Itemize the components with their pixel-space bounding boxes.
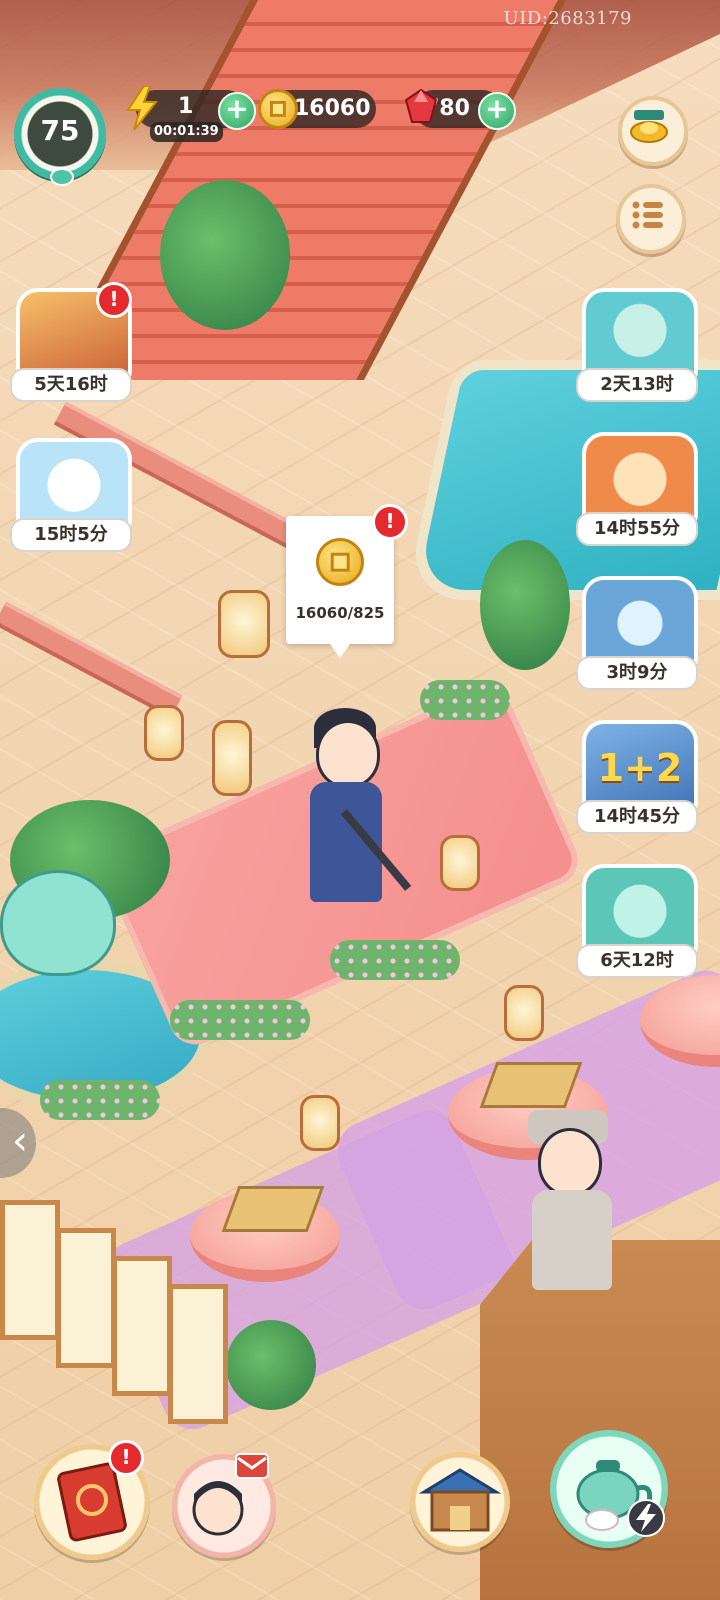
swordsman-character[interactable]	[292, 700, 412, 930]
lightning-badge-icon	[627, 1499, 665, 1537]
leaf-icon	[50, 168, 74, 186]
event-timer: 3时9分	[576, 656, 698, 690]
merge-badge-text: 1+2	[597, 746, 683, 790]
customer-robe	[532, 1190, 612, 1290]
alert-badge: !	[372, 504, 408, 540]
character-head	[316, 720, 380, 788]
alert-badge: !	[96, 282, 132, 318]
folding-screen	[112, 1256, 172, 1396]
recipe-book-button[interactable]: !	[34, 1440, 150, 1560]
player-level: 75	[40, 114, 80, 147]
alert-badge: !	[108, 1440, 144, 1476]
event-timer: 14时45分	[576, 800, 698, 834]
paper-lantern	[212, 720, 252, 796]
list-menu-icon	[632, 201, 663, 229]
menu-button[interactable]	[616, 184, 686, 254]
shop-building-icon	[418, 1468, 502, 1532]
red-gem-icon	[404, 88, 438, 123]
add-energy-button[interactable]: +	[218, 92, 256, 130]
coin-value: 16060	[294, 96, 371, 121]
paper-lantern	[218, 590, 270, 658]
treasure-shop-button[interactable]	[618, 96, 688, 166]
customer-head	[538, 1128, 602, 1196]
tea-kettle-button[interactable]	[550, 1430, 668, 1548]
event-timer: 14时55分	[576, 512, 698, 546]
flower-bed	[420, 680, 510, 720]
flower-bed	[330, 940, 460, 980]
flower-bed	[40, 1080, 160, 1120]
flower-bed	[170, 1000, 310, 1040]
envelope-icon	[235, 1453, 269, 1479]
energy-refill-timer: 00:01:39	[150, 122, 223, 142]
folding-screen	[56, 1228, 116, 1368]
coin-icon	[316, 538, 364, 586]
cat-statue-head	[0, 870, 116, 976]
coin-bubble-text: 16060/825	[295, 604, 385, 622]
paper-lantern	[144, 705, 184, 761]
go-board	[479, 1062, 583, 1108]
folding-screen	[168, 1284, 228, 1424]
add-gems-button[interactable]: +	[478, 92, 516, 130]
event-timer: 6天12时	[576, 944, 698, 978]
event-timer: 5天16时	[10, 368, 132, 402]
shop-building-button[interactable]	[410, 1452, 510, 1552]
paper-lantern	[300, 1095, 340, 1151]
gold-ingot-icon	[630, 110, 668, 143]
character-mail-button[interactable]	[172, 1453, 276, 1558]
go-board	[221, 1186, 325, 1232]
event-timer: 2天13时	[576, 368, 698, 402]
paper-lantern	[440, 835, 480, 891]
potted-plant	[226, 1320, 316, 1410]
uid-label: UID:2683179	[503, 8, 632, 29]
mint-cat-statue	[0, 870, 130, 990]
money-tree[interactable]	[160, 180, 290, 330]
event-timer: 15时5分	[10, 518, 132, 552]
folding-screen	[0, 1200, 60, 1340]
bamboo-plant	[480, 540, 570, 670]
paper-lantern	[504, 985, 544, 1041]
coin-collect-bubble[interactable]: 16060/825 !	[286, 504, 408, 658]
coin-icon	[258, 89, 298, 129]
scholar-customer[interactable]	[520, 1110, 630, 1290]
energy-value: 1	[178, 94, 194, 119]
player-level-badge[interactable]: 75	[14, 88, 106, 186]
